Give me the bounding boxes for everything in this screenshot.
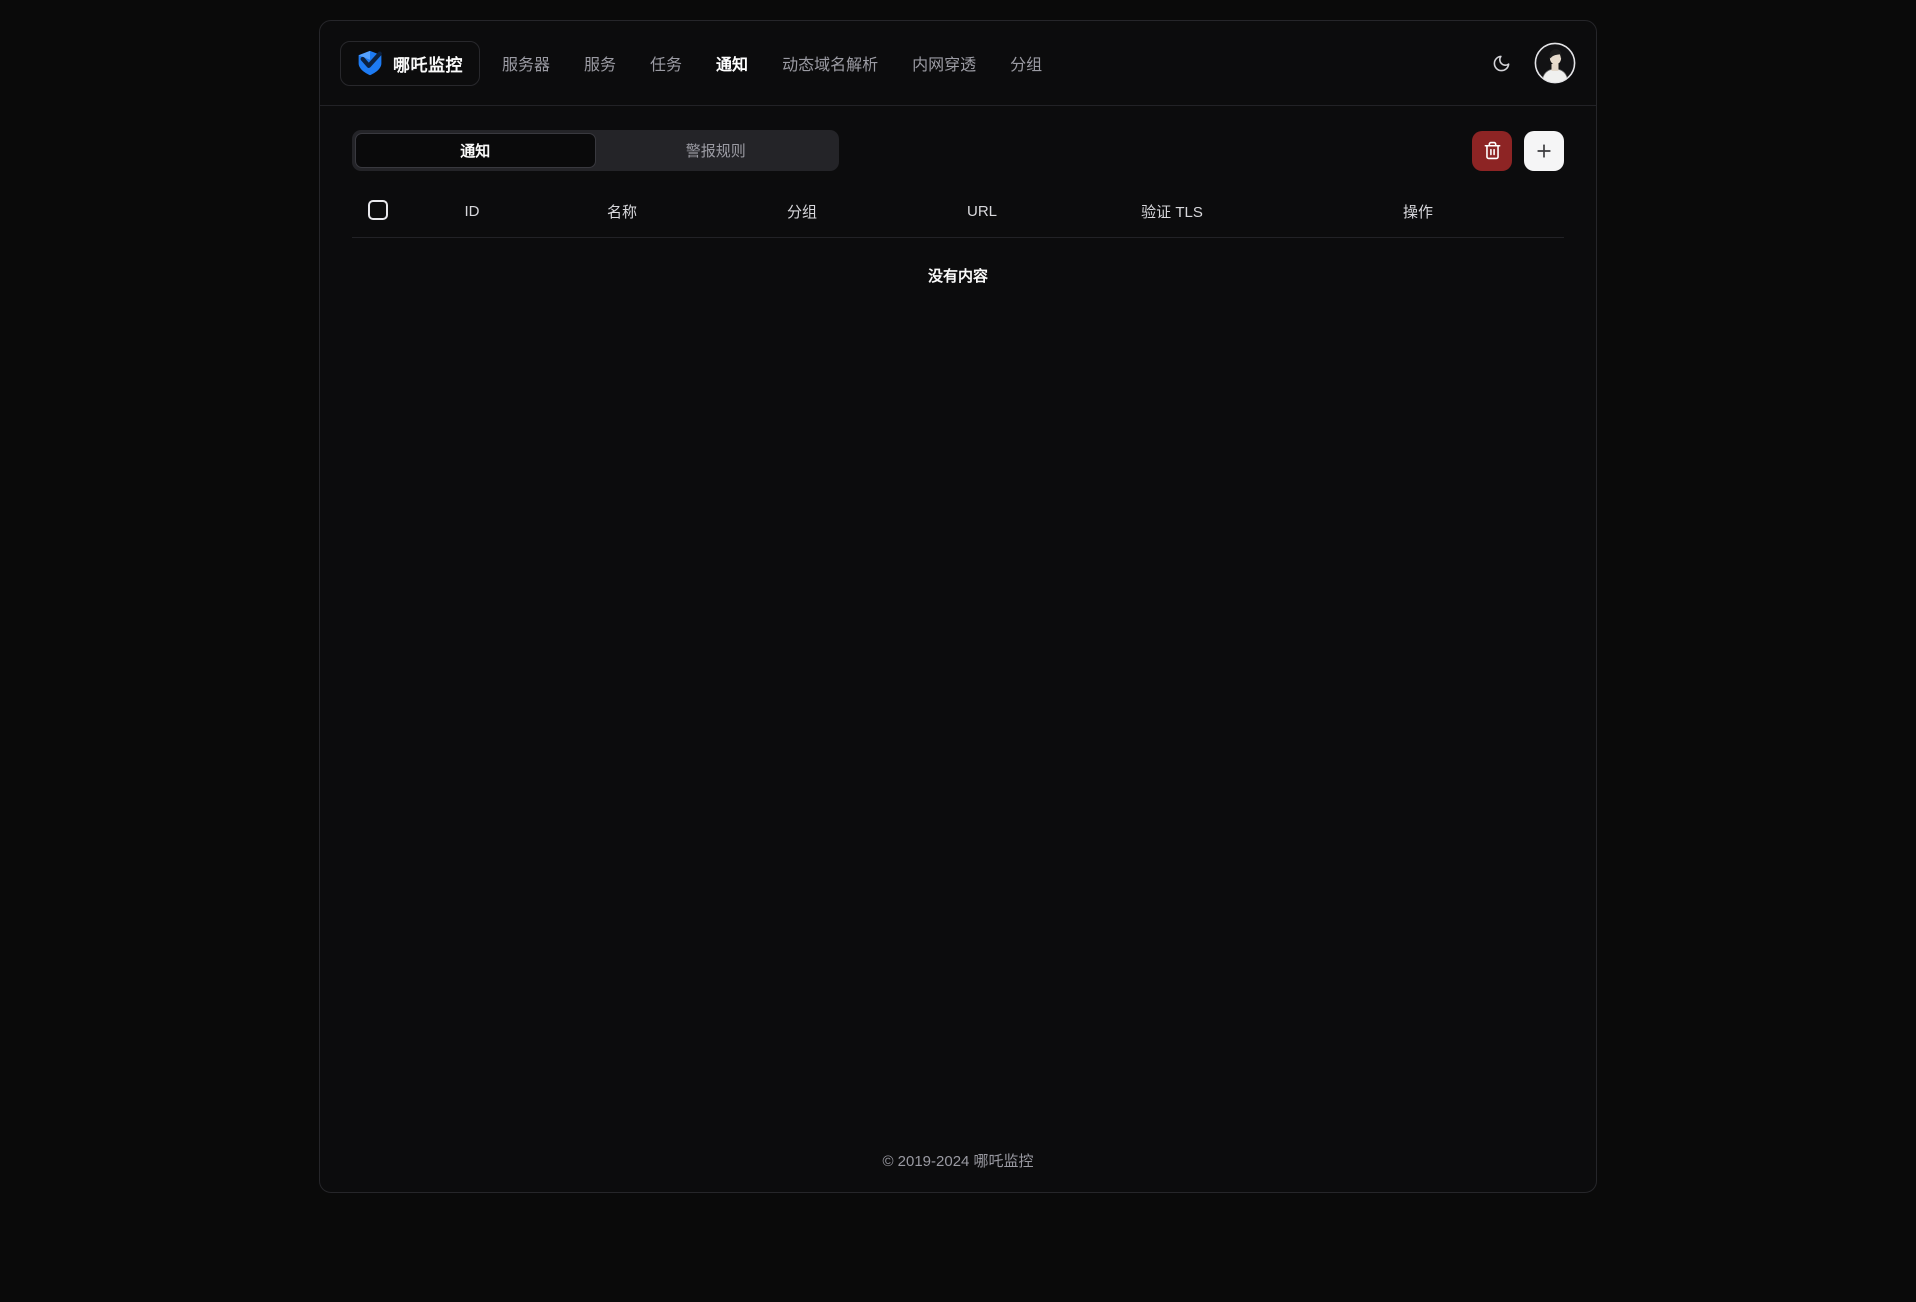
main-card: 哪吒监控 服务器 服务 任务 通知 动态域名解析 内网穿透 分组 [319, 20, 1597, 1193]
nav-item-groups[interactable]: 分组 [1010, 51, 1042, 75]
add-button[interactable] [1524, 131, 1564, 171]
header-actions: 操作 [1272, 187, 1564, 237]
nav-links: 服务器 服务 任务 通知 动态域名解析 内网穿透 分组 [502, 51, 1042, 75]
header-id: ID [412, 187, 532, 237]
toolbar-actions [1472, 131, 1564, 171]
nav-item-ddns[interactable]: 动态域名解析 [782, 51, 878, 75]
notifications-table: ID 名称 分组 URL 验证 TLS 操作 没有内容 [352, 187, 1564, 313]
logo-button[interactable]: 哪吒监控 [340, 41, 480, 86]
header-verify-tls: 验证 TLS [1072, 187, 1272, 237]
delete-button[interactable] [1472, 131, 1512, 171]
select-all-checkbox[interactable] [368, 200, 388, 220]
theme-toggle-button[interactable] [1484, 46, 1518, 80]
empty-state-text: 没有内容 [352, 237, 1564, 313]
tab-alert-rules[interactable]: 警报规则 [596, 133, 837, 168]
nav-item-tasks[interactable]: 任务 [650, 51, 682, 75]
nav-item-services[interactable]: 服务 [584, 51, 616, 75]
page-content: 通知 警报规则 [320, 106, 1596, 1150]
header-select-all [352, 187, 412, 237]
nav-item-servers[interactable]: 服务器 [502, 51, 550, 75]
brand-name: 哪吒监控 [393, 51, 463, 76]
user-avatar[interactable] [1534, 42, 1576, 84]
toolbar: 通知 警报规则 [352, 130, 1564, 171]
moon-icon [1492, 54, 1511, 73]
empty-state-row: 没有内容 [352, 237, 1564, 313]
header-name: 名称 [532, 187, 712, 237]
table-header-row: ID 名称 分组 URL 验证 TLS 操作 [352, 187, 1564, 237]
nav-item-nat[interactable]: 内网穿透 [912, 51, 976, 75]
tab-switcher: 通知 警报规则 [352, 130, 839, 171]
nav-item-notifications[interactable]: 通知 [716, 51, 748, 75]
tab-notifications[interactable]: 通知 [355, 133, 596, 168]
avatar-image [1534, 42, 1576, 84]
brand-shield-icon [357, 50, 383, 76]
footer-copyright: © 2019-2024 哪吒监控 [320, 1150, 1596, 1192]
navbar: 哪吒监控 服务器 服务 任务 通知 动态域名解析 内网穿透 分组 [320, 21, 1596, 106]
header-url: URL [892, 187, 1072, 237]
header-group: 分组 [712, 187, 892, 237]
plus-icon [1534, 141, 1554, 161]
trash-icon [1483, 141, 1502, 160]
